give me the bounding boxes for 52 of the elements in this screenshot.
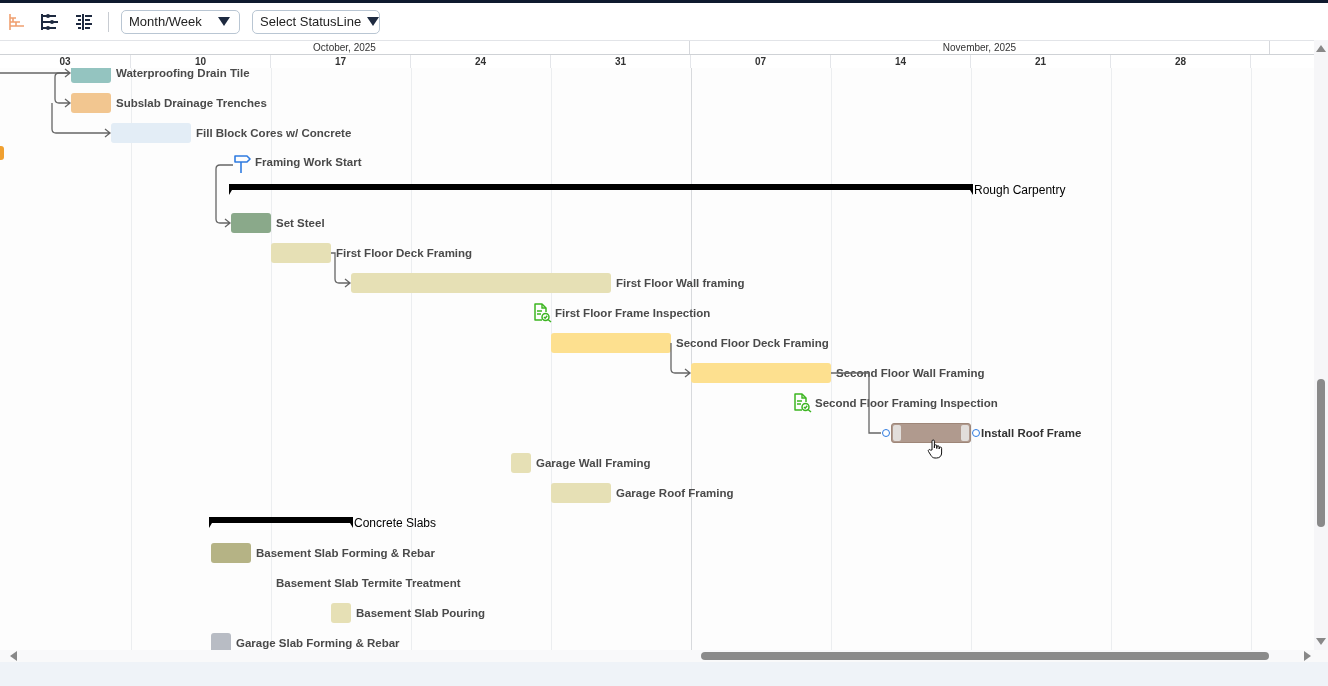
task-label[interactable]: Second Floor Deck Framing bbox=[676, 335, 829, 351]
signpost-icon[interactable] bbox=[233, 154, 251, 174]
month-label: November, 2025 bbox=[690, 41, 1270, 54]
task-label[interactable]: Subslab Drainage Trenches bbox=[116, 95, 267, 111]
vertical-scrollbar[interactable] bbox=[1314, 40, 1328, 650]
summary-bar[interactable] bbox=[209, 517, 353, 529]
scroll-up-icon[interactable] bbox=[1316, 44, 1326, 52]
indent-icon[interactable] bbox=[40, 12, 60, 31]
task-label[interactable]: First Floor Wall framing bbox=[616, 275, 745, 291]
hand-cursor-icon bbox=[927, 439, 943, 459]
link-handle[interactable] bbox=[882, 429, 890, 437]
task-label[interactable]: Garage Wall Framing bbox=[536, 455, 651, 471]
task-bar[interactable] bbox=[511, 453, 531, 473]
task-label[interactable]: First Floor Deck Framing bbox=[336, 245, 473, 261]
outdent-icon[interactable] bbox=[74, 12, 94, 31]
scrollbar-thumb[interactable] bbox=[1317, 379, 1325, 527]
task-bar[interactable] bbox=[211, 633, 231, 650]
task-label[interactable]: Rough Carpentry bbox=[974, 182, 1066, 198]
link-handle[interactable] bbox=[972, 429, 980, 437]
dropdown[interactable]: Select StatusLine bbox=[252, 9, 380, 34]
resize-handle[interactable] bbox=[893, 425, 901, 441]
scroll-right-icon[interactable] bbox=[1304, 651, 1312, 661]
task-label[interactable]: Set Steel bbox=[276, 215, 325, 231]
task-label[interactable]: Waterproofing Drain Tile bbox=[116, 68, 250, 81]
scroll-left-icon[interactable] bbox=[9, 651, 17, 661]
side-marker[interactable] bbox=[0, 146, 4, 160]
task-label[interactable]: Garage Slab Forming & Rebar bbox=[236, 635, 400, 650]
task-label[interactable]: Fill Block Cores w/ Concrete bbox=[196, 125, 352, 141]
task-label[interactable]: Basement Slab Forming & Rebar bbox=[256, 545, 435, 561]
connector-arrow bbox=[215, 164, 234, 228]
task-label[interactable]: Basement Slab Pouring bbox=[356, 605, 486, 621]
horizontal-scrollbar[interactable] bbox=[0, 650, 1328, 662]
caret-icon bbox=[218, 17, 230, 26]
task-label[interactable]: Garage Roof Framing bbox=[616, 485, 734, 501]
scroll-down-icon[interactable] bbox=[1316, 638, 1326, 646]
task-label[interactable]: Framing Work Start bbox=[255, 154, 362, 170]
dropdown[interactable]: Month/Week bbox=[121, 9, 240, 34]
task-bar[interactable] bbox=[211, 543, 251, 563]
caret-icon bbox=[367, 17, 380, 26]
task-bar[interactable] bbox=[231, 213, 271, 233]
task-bar[interactable] bbox=[71, 93, 111, 113]
document-search-icon[interactable] bbox=[533, 303, 552, 323]
summary-bar[interactable] bbox=[229, 184, 973, 196]
task-label[interactable]: First Floor Frame Inspection bbox=[555, 305, 711, 321]
task-bar[interactable] bbox=[331, 603, 351, 623]
scrollbar-thumb[interactable] bbox=[701, 652, 1269, 660]
resize-handle[interactable] bbox=[961, 425, 969, 441]
task-label[interactable]: Basement Slab Termite Treatment bbox=[276, 575, 461, 591]
month-label: October, 2025 bbox=[0, 41, 690, 54]
task-label[interactable]: Concrete Slabs bbox=[354, 515, 437, 531]
document-search-icon[interactable] bbox=[793, 393, 812, 413]
gantt-chart-icon[interactable] bbox=[8, 12, 26, 31]
